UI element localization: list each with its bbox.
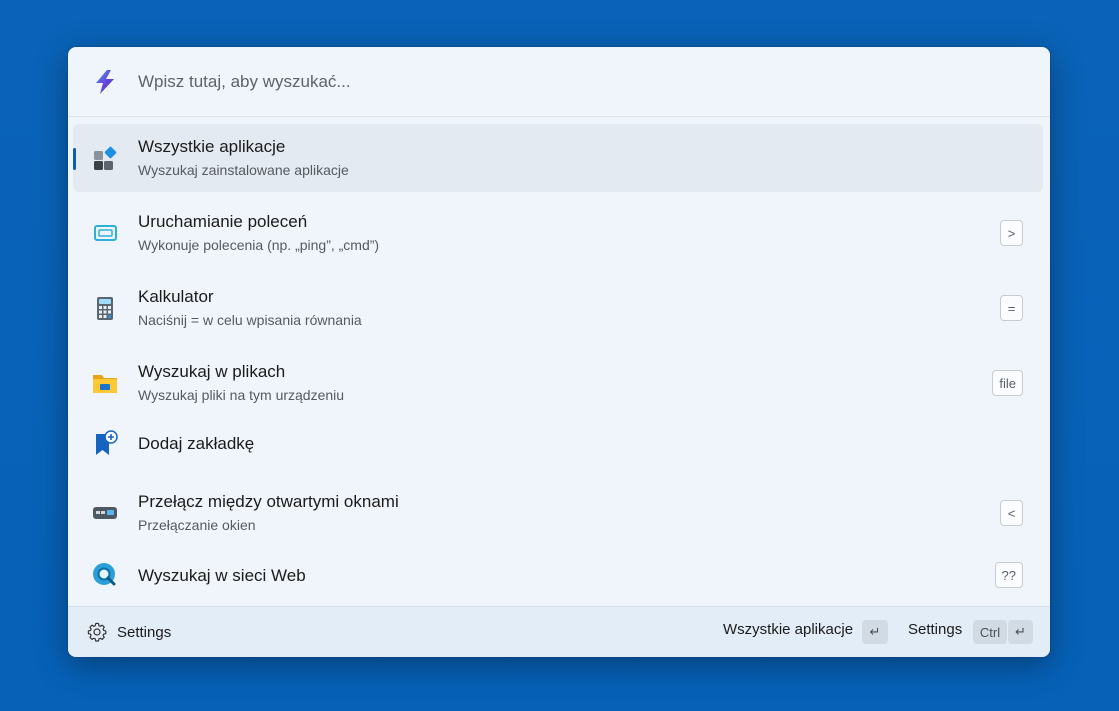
selection-indicator xyxy=(73,148,76,170)
result-subtitle: Wyszukaj zainstalowane aplikacje xyxy=(138,162,349,178)
secondary-action-label[interactable]: Settings xyxy=(908,621,962,638)
shortcut-badge: > xyxy=(1000,220,1023,246)
command-palette-logo-icon xyxy=(96,70,114,94)
result-item-file-search[interactable]: Wyszukaj w plikach Wyszukaj pliki na tym… xyxy=(73,349,1043,417)
all-apps-icon xyxy=(94,146,117,170)
shortcut-badge: ?? xyxy=(994,562,1023,588)
result-subtitle: Wykonuje polecenia (np. „ping”, „cmd”) xyxy=(138,237,380,253)
result-title: Dodaj zakładkę xyxy=(138,434,255,453)
result-title: Wyszukaj w plikach xyxy=(138,362,286,381)
shortcut-badge: = xyxy=(1000,295,1023,321)
command-palette-window: Wszystkie aplikacje Wyszukaj zainstalowa… xyxy=(68,47,1050,657)
result-subtitle: Naciśnij = w celu wpisania równania xyxy=(138,312,362,328)
result-title: Wyszukaj w sieci Web xyxy=(138,566,306,585)
primary-action-label[interactable]: Wszystkie aplikacje xyxy=(723,621,853,638)
web-search-icon xyxy=(93,563,116,586)
window-switch-icon xyxy=(93,507,117,519)
terminal-icon xyxy=(94,225,117,241)
shortcut-badge: file xyxy=(992,370,1023,396)
results-list: Wszystkie aplikacje Wyszukaj zainstalowa… xyxy=(68,118,1050,606)
result-subtitle: Wyszukaj pliki na tym urządzeniu xyxy=(138,387,345,403)
result-item-run-commands[interactable]: Uruchamianie poleceń Wykonuje polecenia … xyxy=(73,199,1043,267)
gear-icon xyxy=(87,622,107,642)
settings-button[interactable]: Settings xyxy=(86,621,171,643)
folder-icon xyxy=(93,375,117,393)
settings-label: Settings xyxy=(117,623,172,641)
result-item-calculator[interactable]: Kalkulator Naciśnij = w celu wpisania ró… xyxy=(73,274,1043,342)
footer-bar: Settings Wszystkie aplikacje ↵ Settings … xyxy=(68,606,1050,657)
result-item-all-apps[interactable]: Wszystkie aplikacje Wyszukaj zainstalowa… xyxy=(73,124,1043,192)
result-item-window-switch[interactable]: Przełącz między otwartymi oknami Przełąc… xyxy=(73,479,1043,547)
enter-key-badge: ↵ xyxy=(862,620,888,644)
search-input[interactable] xyxy=(138,67,998,97)
ctrl-key-badge: Ctrl xyxy=(973,620,1007,644)
result-title: Wszystkie aplikacje xyxy=(138,137,286,156)
result-title: Uruchamianie poleceń xyxy=(138,212,308,231)
enter-key-badge-secondary: ↵ xyxy=(1008,620,1033,644)
calculator-icon xyxy=(97,297,113,320)
bookmark-add-icon xyxy=(96,430,118,455)
shortcut-badge: < xyxy=(1000,500,1023,526)
result-title: Przełącz między otwartymi oknami xyxy=(138,492,399,511)
result-subtitle: Przełączanie okien xyxy=(138,517,256,533)
search-bar xyxy=(68,47,1050,117)
result-title: Kalkulator xyxy=(138,287,214,306)
